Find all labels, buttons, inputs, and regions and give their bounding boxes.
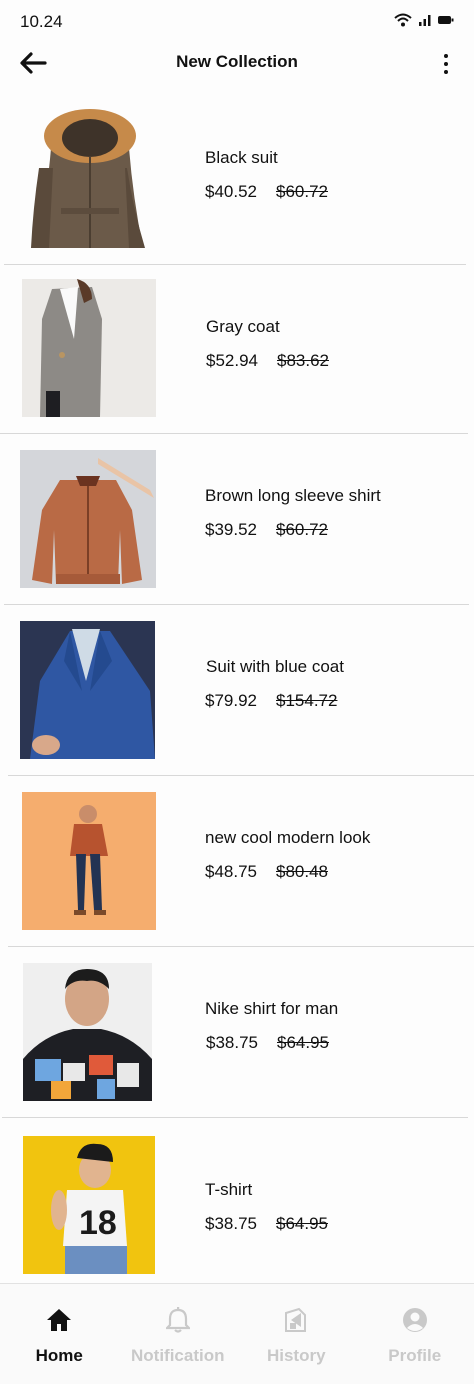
product-price: $39.52 — [205, 520, 257, 539]
nav-item-profile[interactable]: Profile — [356, 1284, 474, 1384]
product-item[interactable]: Suit with blue coat $79.92 $154.72 — [0, 605, 474, 776]
app-bar: New Collection — [0, 42, 474, 86]
bell-icon — [164, 1306, 192, 1334]
more-options-button[interactable] — [436, 48, 456, 80]
nav-label: Profile — [388, 1346, 442, 1365]
more-vertical-icon — [444, 54, 448, 58]
signal-icon — [419, 15, 431, 26]
product-item[interactable]: Black suit $40.52 $60.72 — [0, 96, 474, 265]
home-icon — [45, 1306, 73, 1334]
product-old-price: $80.48 — [276, 862, 328, 881]
product-image — [20, 450, 156, 588]
status-time: 10.24 — [20, 12, 63, 31]
product-old-price: $64.95 — [277, 1033, 329, 1052]
status-icons — [394, 13, 454, 27]
product-name: T-shirt — [205, 1180, 253, 1199]
product-name: Brown long sleeve shirt — [205, 486, 381, 505]
profile-icon — [401, 1306, 429, 1334]
nav-label: Home — [35, 1346, 83, 1365]
product-price: $40.52 — [205, 182, 257, 201]
product-name: Gray coat — [206, 317, 280, 336]
product-price: $79.92 — [205, 691, 257, 710]
product-name: Suit with blue coat — [206, 657, 344, 676]
nav-item-history[interactable]: History — [237, 1284, 356, 1384]
product-list: Black suit $40.52 $60.72 Gray coat $52.9… — [0, 96, 474, 1284]
price-row: $39.52 $60.72 — [205, 520, 328, 540]
product-image — [23, 963, 152, 1101]
product-old-price: $64.95 — [276, 1214, 328, 1233]
product-old-price: $60.72 — [276, 182, 328, 201]
nav-item-home[interactable]: Home — [0, 1284, 119, 1384]
product-old-price: $83.62 — [277, 351, 329, 370]
nav-label: History — [266, 1346, 326, 1365]
product-item[interactable]: Nike shirt for man $38.75 $64.95 — [0, 947, 474, 1118]
product-image — [20, 621, 155, 759]
price-row: $40.52 $60.72 — [205, 182, 328, 202]
price-row: $38.75 $64.95 — [206, 1033, 329, 1053]
product-item[interactable]: Gray coat $52.94 $83.62 — [0, 265, 474, 434]
product-old-price: $154.72 — [276, 691, 338, 710]
product-item[interactable]: new cool modern look $48.75 $80.48 — [0, 776, 474, 947]
wifi-icon — [394, 13, 412, 27]
status-bar: 10.24 — [0, 0, 474, 42]
price-row: $79.92 $154.72 — [205, 691, 337, 711]
product-image — [22, 792, 156, 930]
product-item[interactable]: 18 T-shirt $38.75 $64.95 — [0, 1118, 474, 1284]
product-old-price: $60.72 — [276, 520, 328, 539]
page-title: New Collection — [176, 52, 298, 71]
product-image — [29, 108, 149, 250]
product-image — [22, 279, 156, 417]
product-price: $52.94 — [206, 351, 258, 370]
bottom-nav: Home Notification History Profile — [0, 1283, 474, 1384]
price-row: $48.75 $80.48 — [205, 862, 328, 882]
price-row: $52.94 $83.62 — [206, 351, 329, 371]
product-price: $48.75 — [205, 862, 257, 881]
product-price: $38.75 — [205, 1214, 257, 1233]
svg-text:18: 18 — [79, 1204, 117, 1242]
product-image: 18 — [23, 1136, 155, 1274]
price-row: $38.75 $64.95 — [205, 1214, 328, 1234]
product-price: $38.75 — [206, 1033, 258, 1052]
product-name: Nike shirt for man — [205, 999, 339, 1018]
nav-item-notification[interactable]: Notification — [119, 1284, 238, 1384]
product-name: new cool modern look — [205, 828, 371, 847]
history-icon — [282, 1306, 310, 1334]
battery-icon — [438, 16, 454, 24]
nav-label: Notification — [131, 1346, 225, 1365]
product-name: Black suit — [205, 148, 278, 167]
product-item[interactable]: Brown long sleeve shirt $39.52 $60.72 — [0, 434, 474, 605]
